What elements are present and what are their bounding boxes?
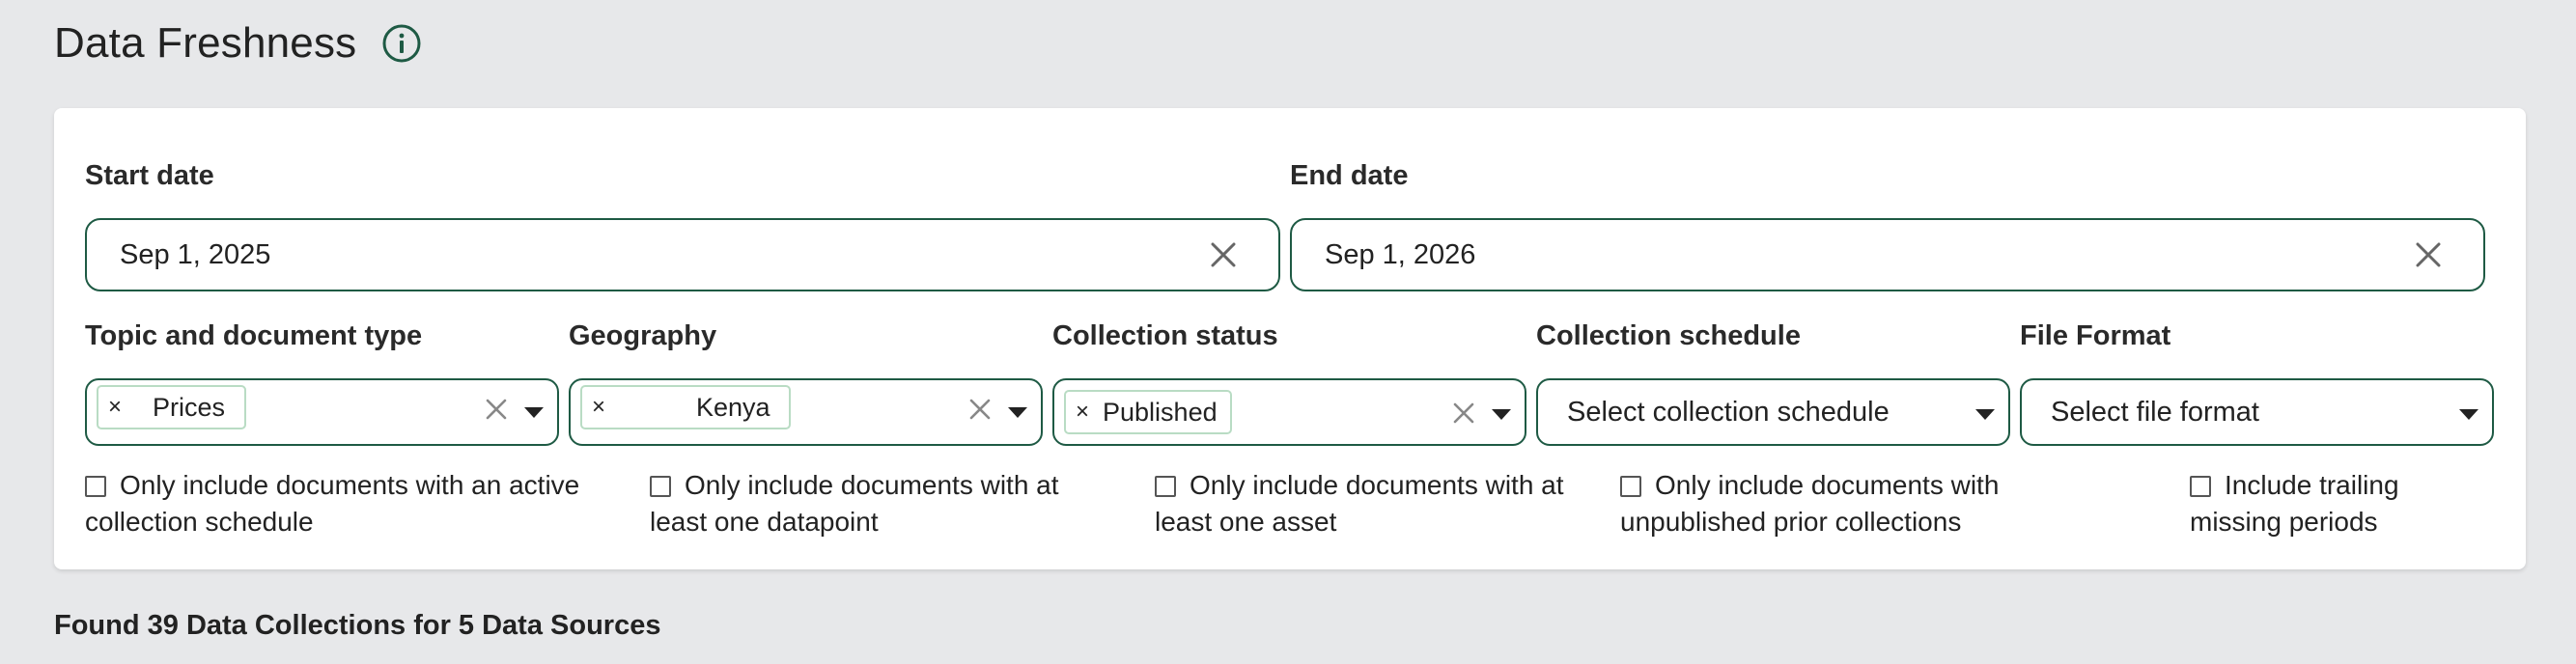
unpublished-prior-text-1: Only include documents with bbox=[1655, 470, 2000, 500]
collection-schedule-label: Collection schedule bbox=[1536, 320, 1801, 351]
asset-checkbox-input[interactable] bbox=[1155, 476, 1176, 497]
geography-chip: × Kenya bbox=[580, 385, 791, 429]
collection-schedule-select[interactable]: Select collection schedule bbox=[1536, 378, 2010, 446]
collection-schedule-placeholder: Select collection schedule bbox=[1567, 396, 1890, 428]
asset-text-1: Only include documents with at bbox=[1190, 470, 1564, 500]
topic-chip-label: Prices bbox=[153, 392, 226, 422]
active-schedule-checkbox-input[interactable] bbox=[85, 476, 106, 497]
file-format-placeholder: Select file format bbox=[2051, 396, 2259, 428]
datapoint-checkbox-input[interactable] bbox=[650, 476, 671, 497]
results-summary: Found 39 Data Collections for 5 Data Sou… bbox=[54, 610, 661, 641]
collection-status-label: Collection status bbox=[1052, 320, 1278, 351]
collection-schedule-dropdown-icon[interactable] bbox=[1975, 409, 1995, 420]
active-schedule-text-2: collection schedule bbox=[85, 507, 314, 537]
end-date-clear-icon[interactable] bbox=[2412, 238, 2445, 271]
file-format-label: File Format bbox=[2020, 320, 2171, 351]
unpublished-prior-checkbox-input[interactable] bbox=[1620, 476, 1641, 497]
collection-status-chip-label: Published bbox=[1103, 397, 1218, 427]
topic-label: Topic and document type bbox=[85, 320, 423, 351]
page-header: Data Freshness bbox=[54, 15, 422, 71]
collection-status-select[interactable]: × Published bbox=[1052, 378, 1526, 446]
active-schedule-checkbox[interactable]: Only include documents with an active co… bbox=[85, 467, 626, 540]
topic-chip: × Prices bbox=[97, 385, 246, 429]
filters-card: Start date End date Sep 1, 2025 Sep 1, 2… bbox=[54, 108, 2526, 569]
chip-remove-icon[interactable]: × bbox=[108, 396, 122, 419]
active-schedule-text-1: Only include documents with an active bbox=[120, 470, 580, 500]
file-format-dropdown-icon[interactable] bbox=[2459, 409, 2478, 420]
geography-clear-icon[interactable] bbox=[966, 396, 994, 423]
trailing-missing-checkbox-input[interactable] bbox=[2190, 476, 2211, 497]
page-title: Data Freshness bbox=[54, 19, 357, 67]
topic-clear-icon[interactable] bbox=[483, 396, 510, 423]
geography-chip-label: Kenya bbox=[696, 392, 770, 422]
geography-dropdown-icon[interactable] bbox=[1008, 407, 1027, 418]
collection-status-dropdown-icon[interactable] bbox=[1492, 409, 1511, 420]
info-icon[interactable] bbox=[381, 23, 422, 64]
geography-select[interactable]: × Kenya bbox=[569, 378, 1043, 446]
collection-status-clear-icon[interactable] bbox=[1450, 400, 1477, 427]
file-format-select[interactable]: Select file format bbox=[2020, 378, 2494, 446]
topic-select[interactable]: × Prices bbox=[85, 378, 559, 446]
trailing-missing-checkbox[interactable]: Include trailing missing periods bbox=[2190, 467, 2499, 540]
datapoint-checkbox[interactable]: Only include documents with at least one… bbox=[650, 467, 1113, 540]
end-date-value: Sep 1, 2026 bbox=[1325, 238, 1476, 270]
trailing-missing-text-1: Include trailing bbox=[2225, 470, 2399, 500]
start-date-value: Sep 1, 2025 bbox=[120, 238, 271, 270]
datapoint-text-1: Only include documents with at bbox=[685, 470, 1059, 500]
geography-label: Geography bbox=[569, 320, 717, 351]
end-date-label: End date bbox=[1290, 160, 1409, 191]
chip-remove-icon[interactable]: × bbox=[592, 396, 605, 419]
start-date-label: Start date bbox=[85, 160, 214, 191]
asset-checkbox[interactable]: Only include documents with at least one… bbox=[1155, 467, 1618, 540]
topic-dropdown-icon[interactable] bbox=[524, 407, 544, 418]
start-date-clear-icon[interactable] bbox=[1207, 238, 1240, 271]
end-date-input[interactable]: Sep 1, 2026 bbox=[1290, 218, 2485, 291]
start-date-input[interactable]: Sep 1, 2025 bbox=[85, 218, 1280, 291]
trailing-missing-text-2: missing periods bbox=[2190, 507, 2378, 537]
asset-text-2: least one asset bbox=[1155, 507, 1337, 537]
chip-remove-icon[interactable]: × bbox=[1076, 401, 1089, 424]
unpublished-prior-text-2: unpublished prior collections bbox=[1620, 507, 1962, 537]
unpublished-prior-checkbox[interactable]: Only include documents with unpublished … bbox=[1620, 467, 2084, 540]
datapoint-text-2: least one datapoint bbox=[650, 507, 879, 537]
collection-status-chip: × Published bbox=[1064, 390, 1232, 434]
